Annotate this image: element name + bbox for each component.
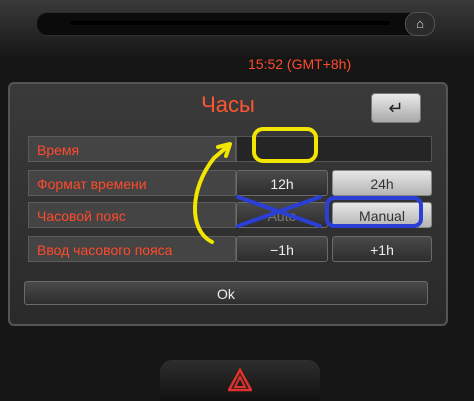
timezone-label: Часовой пояс <box>28 202 236 228</box>
hazard-icon[interactable] <box>228 368 252 392</box>
back-button[interactable]: ↵ <box>372 94 420 122</box>
time-format-label: Формат времени <box>28 170 236 196</box>
head-unit-top-bezel: ⌂ <box>0 0 474 60</box>
timezone-minus-button[interactable]: −1h <box>236 236 328 262</box>
time-label: Время <box>28 136 236 162</box>
time-value: 15:52 (GMT+8h) <box>248 56 352 72</box>
ok-button[interactable]: Ok <box>24 281 428 305</box>
timezone-manual-button[interactable]: Manual <box>332 202 432 228</box>
timezone-input-label: Ввод часового пояса <box>28 236 236 262</box>
timezone-plus-button[interactable]: +1h <box>332 236 432 262</box>
timezone-auto-button[interactable]: Auto <box>236 202 328 228</box>
time-value-box <box>236 136 432 162</box>
format-12h-button[interactable]: 12h <box>236 170 328 196</box>
back-arrow-icon: ↵ <box>388 98 404 118</box>
clock-settings-screen: Часы ↵ Время Формат времени 12h 24h Часо… <box>8 82 448 326</box>
home-icon[interactable]: ⌂ <box>405 12 435 36</box>
disc-slot <box>70 21 390 25</box>
format-24h-button[interactable]: 24h <box>332 170 432 196</box>
